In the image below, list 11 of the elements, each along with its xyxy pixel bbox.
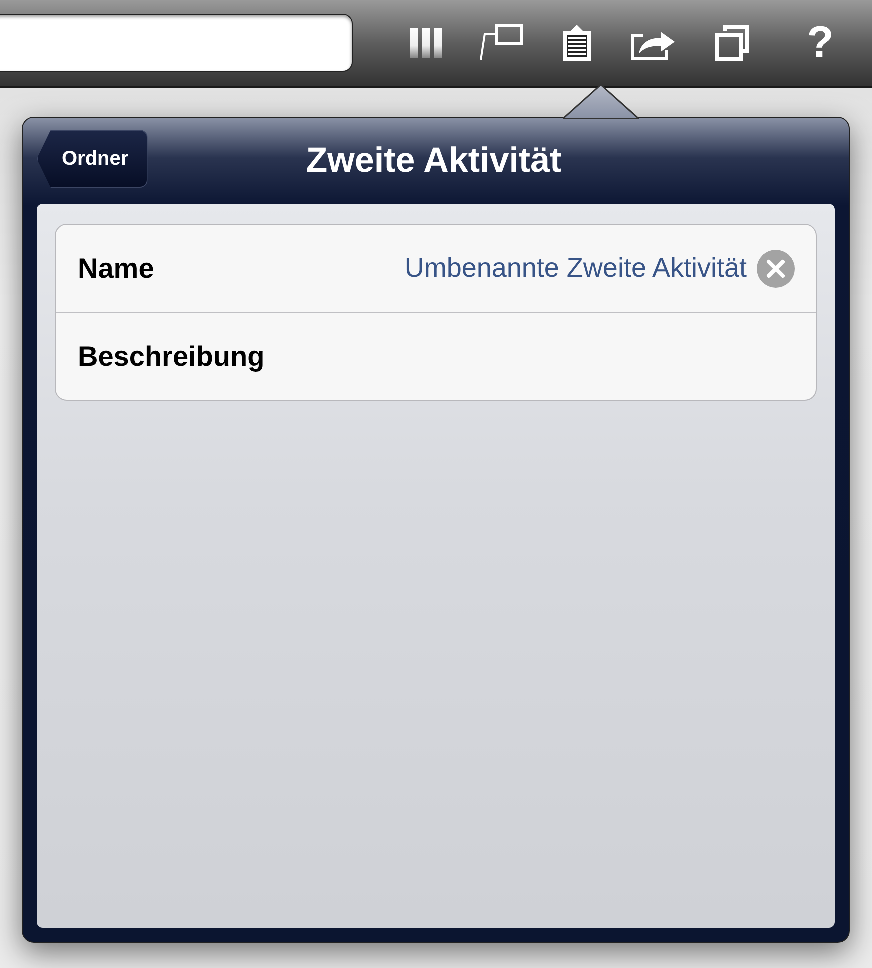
outline-icon[interactable] xyxy=(479,24,525,62)
clipboard-icon[interactable] xyxy=(561,23,593,63)
field-value[interactable]: Umbenannte Zweite Aktivität xyxy=(404,253,747,284)
field-label: Name xyxy=(78,252,156,284)
back-button[interactable]: Ordner xyxy=(37,130,148,188)
help-button[interactable]: ? xyxy=(807,21,834,65)
popover-title: Zweite Aktivität xyxy=(306,141,562,181)
search-field[interactable] xyxy=(0,14,353,72)
windows-icon[interactable] xyxy=(713,23,751,63)
columns-icon[interactable] xyxy=(409,26,443,60)
field-label: Beschreibung xyxy=(78,340,266,372)
